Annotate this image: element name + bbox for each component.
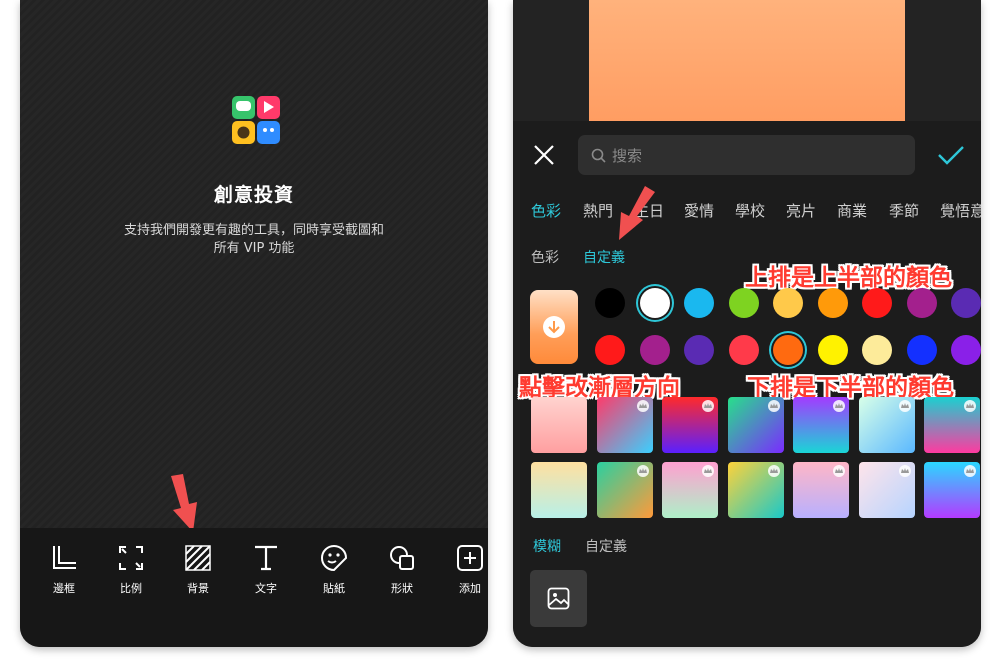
sticker-icon xyxy=(321,545,348,572)
category-tab-love[interactable]: 愛情 xyxy=(684,200,714,221)
text-icon xyxy=(255,545,277,571)
toolbar-text-button[interactable]: 文字 xyxy=(236,544,296,596)
crown-icon xyxy=(767,400,780,412)
gradient-swatch[interactable] xyxy=(596,462,653,518)
category-tab-season[interactable]: 季節 xyxy=(889,200,919,221)
color-swatch[interactable] xyxy=(818,335,848,365)
gradient-swatch[interactable] xyxy=(662,397,718,453)
color-swatch[interactable] xyxy=(773,335,803,365)
color-swatch[interactable] xyxy=(729,335,759,365)
color-swatch[interactable] xyxy=(818,288,848,318)
category-tab-glitter[interactable]: 亮片 xyxy=(786,200,816,221)
category-tab-school[interactable]: 學校 xyxy=(735,200,765,221)
close-icon[interactable] xyxy=(533,144,555,166)
annotation-top-row-note: 上排是上半部的顏色 xyxy=(745,265,952,291)
gradient-swatch[interactable] xyxy=(596,397,653,453)
color-swatch[interactable] xyxy=(907,335,937,365)
pick-image-button[interactable] xyxy=(530,570,587,627)
pointer-arrow-icon xyxy=(171,474,197,532)
toolbar-label: 邊框 xyxy=(53,582,75,595)
crown-icon xyxy=(636,465,649,477)
right-phone-screen: 搜索 色彩 熱門 生日 愛情 學校 亮片 商業 季節 覺悟意 色彩 自定義 上排… xyxy=(513,0,981,647)
ratio-icon xyxy=(119,546,143,570)
toolbar-label: 貼紙 xyxy=(323,582,345,595)
crown-icon xyxy=(898,400,911,412)
gradient-direction-button[interactable] xyxy=(530,290,578,364)
color-swatch[interactable] xyxy=(595,335,625,365)
crown-icon xyxy=(964,400,976,412)
left-phone-screen: 創意投資 支持我們開發更有趣的工具，同時享受截圖和 所有 VIP 功能 邊框 比… xyxy=(20,0,488,647)
crown-icon xyxy=(636,400,649,412)
gradient-swatch[interactable] xyxy=(727,397,784,453)
promo-description-line: 支持我們開發更有趣的工具，同時享受截圖和 xyxy=(123,223,384,238)
gradient-swatch[interactable] xyxy=(858,397,915,453)
blur-tab[interactable]: 模糊 xyxy=(533,536,561,556)
category-tab-popular[interactable]: 熱門 xyxy=(583,200,613,221)
canvas-preview xyxy=(589,0,905,121)
color-swatch[interactable] xyxy=(862,288,892,318)
crown-icon xyxy=(898,465,911,477)
gradient-swatch[interactable] xyxy=(924,462,980,518)
confirm-check-icon[interactable] xyxy=(937,144,965,166)
blur-custom-tab[interactable]: 自定義 xyxy=(585,536,627,556)
color-swatch[interactable] xyxy=(640,288,670,318)
bottom-toolbar: 邊框 比例 背景 文字 貼紙 形狀 添加 xyxy=(20,528,488,647)
promo-description: 支持我們開發更有趣的工具，同時享受截圖和 所有 VIP 功能 xyxy=(90,222,418,258)
frame-icon xyxy=(53,546,76,569)
category-tab-more[interactable]: 覺悟意 xyxy=(940,200,981,221)
gradient-swatch[interactable] xyxy=(531,462,587,518)
gradient-swatch[interactable] xyxy=(531,397,587,453)
toolbar-shape-button[interactable]: 形狀 xyxy=(372,544,432,596)
promo-description-line: 所有 VIP 功能 xyxy=(213,241,295,256)
gradient-swatch[interactable] xyxy=(793,462,849,518)
category-tab-colors[interactable]: 色彩 xyxy=(531,200,561,221)
color-swatch[interactable] xyxy=(907,288,937,318)
toolbar-label: 形狀 xyxy=(391,582,413,595)
add-icon xyxy=(457,545,483,571)
toolbar-label: 背景 xyxy=(187,582,209,595)
gradient-swatch[interactable] xyxy=(727,462,784,518)
toolbar-label: 文字 xyxy=(255,582,277,595)
crown-icon xyxy=(702,465,714,477)
toolbar-add-button[interactable]: 添加 xyxy=(440,544,488,596)
subtab-colors[interactable]: 色彩 xyxy=(531,247,559,267)
color-swatch[interactable] xyxy=(951,288,981,318)
crown-icon xyxy=(833,465,845,477)
search-input[interactable]: 搜索 xyxy=(612,145,642,166)
color-swatch[interactable] xyxy=(773,288,803,318)
app-logo-icon xyxy=(232,96,280,144)
image-icon xyxy=(547,587,570,610)
gradient-swatch[interactable] xyxy=(793,397,849,453)
color-swatch[interactable] xyxy=(862,335,892,365)
promo-title: 創意投資 xyxy=(213,184,294,206)
shape-icon xyxy=(390,546,414,570)
subtab-custom[interactable]: 自定義 xyxy=(583,247,625,267)
toolbar-label: 比例 xyxy=(120,582,142,595)
pointer-arrow-icon xyxy=(619,186,655,240)
color-swatch[interactable] xyxy=(640,335,670,365)
arrow-down-icon xyxy=(543,316,565,338)
toolbar-frame-button[interactable]: 邊框 xyxy=(34,544,94,596)
toolbar-label: 添加 xyxy=(459,582,481,595)
crown-icon xyxy=(964,465,976,477)
background-icon xyxy=(185,545,211,571)
category-tab-business[interactable]: 商業 xyxy=(837,200,867,221)
crown-icon xyxy=(833,400,845,412)
gradient-swatch[interactable] xyxy=(924,397,980,453)
gradient-swatch[interactable] xyxy=(662,462,718,518)
crown-icon xyxy=(702,400,714,412)
color-swatch[interactable] xyxy=(684,288,714,318)
crown-icon xyxy=(767,465,780,477)
toolbar-ratio-button[interactable]: 比例 xyxy=(101,544,161,596)
gradient-swatch[interactable] xyxy=(858,462,915,518)
color-swatch[interactable] xyxy=(684,335,714,365)
search-bar[interactable]: 搜索 xyxy=(578,135,915,175)
toolbar-sticker-button[interactable]: 貼紙 xyxy=(304,544,364,596)
color-swatch[interactable] xyxy=(595,288,625,318)
search-icon xyxy=(591,148,606,163)
color-swatch[interactable] xyxy=(951,335,981,365)
toolbar-background-button[interactable]: 背景 xyxy=(168,544,228,596)
color-swatch[interactable] xyxy=(729,288,759,318)
